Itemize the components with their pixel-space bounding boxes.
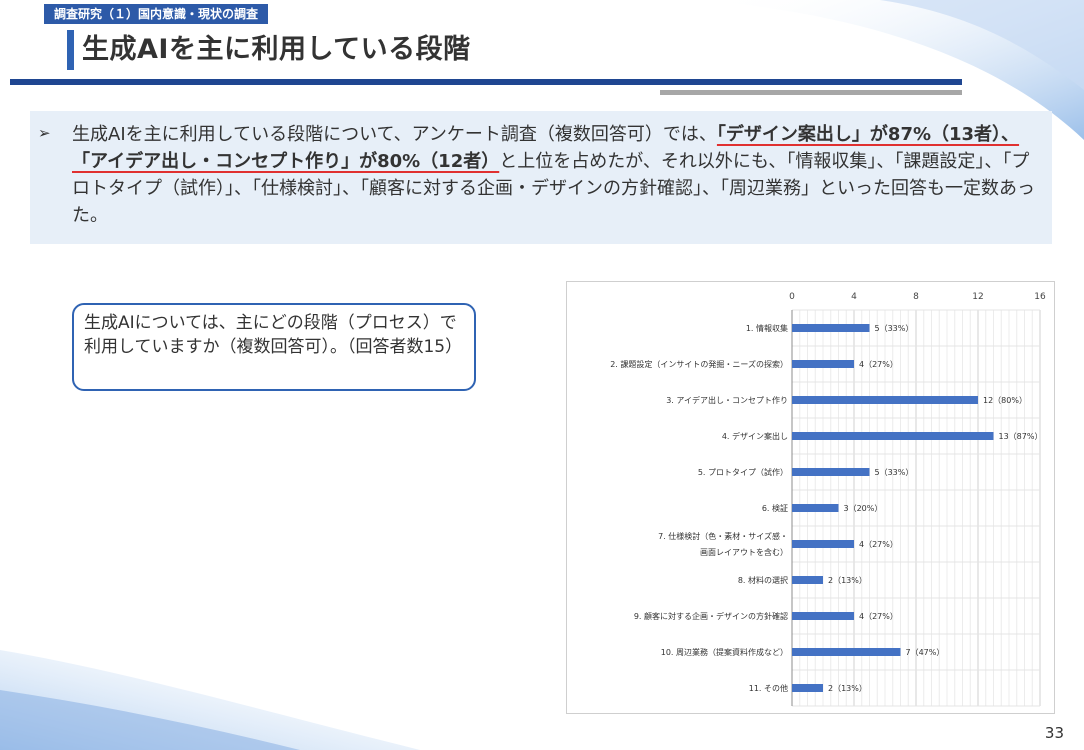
category-label: 6. 検証 <box>762 503 788 513</box>
data-label: 2（13%） <box>828 684 867 693</box>
data-label: 5（33%） <box>875 324 914 333</box>
data-label: 5（33%） <box>875 468 914 477</box>
category-label: 5. プロトタイプ（試作） <box>698 467 788 477</box>
x-tick-label: 12 <box>972 292 983 302</box>
category-label: 3. アイデア出し・コンセプト作り <box>666 395 788 405</box>
bar <box>792 576 823 584</box>
category-label: 2. 課題設定（インサイトの発掘・ニーズの探索） <box>610 359 788 369</box>
data-label: 4（27%） <box>859 612 898 621</box>
summary-box: ➢ 生成AIを主に利用している段階について、アンケート調査（複数回答可）では、「… <box>30 111 1052 244</box>
bar <box>792 396 978 404</box>
chart-frame: 0 4 8 12 16 1. 情報収集 5（33%） 2. 課題設定（インサイトの発掘・ニーズ… <box>566 281 1055 714</box>
data-label: 12（80%） <box>983 396 1027 405</box>
survey-question-box: 生成AIについては、主にどの段階（プロセス）で利用していますか（複数回答可）。（… <box>72 303 476 391</box>
page-title: 生成AIを主に利用している段階 <box>82 34 471 65</box>
page-number: 33 <box>1044 724 1064 742</box>
data-label: 4（27%） <box>859 540 898 549</box>
data-label: 13（87%） <box>999 432 1043 441</box>
summary-text: 生成AIを主に利用している段階について、アンケート調査（複数回答可）では、「デザ… <box>72 121 1042 229</box>
x-tick-label: 16 <box>1034 292 1046 302</box>
category-label: 10. 周辺業務（提案資料作成など） <box>661 647 788 657</box>
data-label: 3（20%） <box>844 504 883 513</box>
section-tag: 調査研究（１）国内意識・現状の調査 <box>44 4 269 24</box>
x-tick-label: 4 <box>851 292 857 302</box>
data-label: 7（47%） <box>906 648 945 657</box>
category-label: 7. 仕様検討（色・素材・サイズ感・ <box>658 531 788 541</box>
category-label: 9. 顧客に対する企画・デザインの方針確認 <box>634 611 788 621</box>
category-label: 4. デザイン案出し <box>722 431 788 441</box>
title-rule <box>10 79 962 85</box>
title-subrule <box>660 90 962 95</box>
category-label: 画面レイアウトを含む） <box>700 547 788 557</box>
x-tick-label: 8 <box>913 292 919 302</box>
bar <box>792 540 854 548</box>
bullet-arrow-icon: ➢ <box>38 124 51 142</box>
data-label: 2（13%） <box>828 576 867 585</box>
x-tick-label: 0 <box>789 292 795 302</box>
bar <box>792 432 994 440</box>
bar <box>792 324 870 332</box>
bar <box>792 612 854 620</box>
bar <box>792 360 854 368</box>
category-label: 1. 情報収集 <box>746 323 788 333</box>
bar <box>792 684 823 692</box>
summary-text-1: 生成AIを主に利用している段階について、アンケート調査（複数回答可）では、 <box>72 124 717 145</box>
category-label: 11. その他 <box>749 683 788 693</box>
bar <box>792 504 839 512</box>
bar <box>792 648 901 656</box>
category-label: 8. 材料の選択 <box>738 575 788 585</box>
bar-chart: 0 4 8 12 16 1. 情報収集 5（33%） 2. 課題設定（インサイトの発掘・ニーズ… <box>610 292 1046 707</box>
bar <box>792 468 870 476</box>
data-label: 4（27%） <box>859 360 898 369</box>
title-accent-bar <box>67 30 74 70</box>
